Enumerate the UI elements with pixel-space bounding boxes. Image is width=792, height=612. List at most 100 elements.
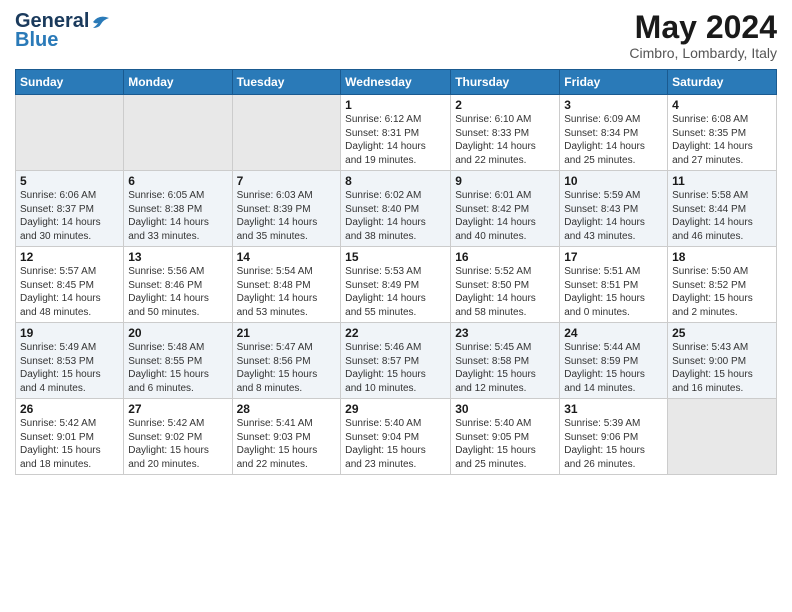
col-sunday: Sunday xyxy=(16,70,124,95)
day-info: Sunrise: 5:51 AMSunset: 8:51 PMDaylight:… xyxy=(564,265,663,319)
day-info: Sunrise: 6:09 AMSunset: 8:34 PMDaylight:… xyxy=(564,113,663,167)
calendar-cell: 7Sunrise: 6:03 AMSunset: 8:39 PMDaylight… xyxy=(232,171,341,247)
day-number: 13 xyxy=(128,250,227,264)
day-number: 18 xyxy=(672,250,772,264)
calendar-cell: 19Sunrise: 5:49 AMSunset: 8:53 PMDayligh… xyxy=(16,323,124,399)
day-info: Sunrise: 5:49 AMSunset: 8:53 PMDaylight:… xyxy=(20,341,119,395)
calendar-cell: 8Sunrise: 6:02 AMSunset: 8:40 PMDaylight… xyxy=(341,171,451,247)
calendar-cell: 25Sunrise: 5:43 AMSunset: 9:00 PMDayligh… xyxy=(668,323,777,399)
calendar-cell: 28Sunrise: 5:41 AMSunset: 9:03 PMDayligh… xyxy=(232,399,341,475)
calendar-cell: 9Sunrise: 6:01 AMSunset: 8:42 PMDaylight… xyxy=(451,171,560,247)
logo-bird-icon xyxy=(91,14,111,30)
day-number: 15 xyxy=(345,250,446,264)
day-number: 5 xyxy=(20,174,119,188)
logo-blue: Blue xyxy=(15,29,58,52)
calendar-week-3: 12Sunrise: 5:57 AMSunset: 8:45 PMDayligh… xyxy=(16,247,777,323)
day-number: 20 xyxy=(128,326,227,340)
day-number: 2 xyxy=(455,98,555,112)
day-number: 1 xyxy=(345,98,446,112)
header: General Blue May 2024 Cimbro, Lombardy, … xyxy=(15,10,777,61)
col-saturday: Saturday xyxy=(668,70,777,95)
calendar-cell xyxy=(668,399,777,475)
day-number: 12 xyxy=(20,250,119,264)
day-number: 23 xyxy=(455,326,555,340)
day-info: Sunrise: 6:08 AMSunset: 8:35 PMDaylight:… xyxy=(672,113,772,167)
day-number: 8 xyxy=(345,174,446,188)
day-info: Sunrise: 6:01 AMSunset: 8:42 PMDaylight:… xyxy=(455,189,555,243)
day-info: Sunrise: 6:06 AMSunset: 8:37 PMDaylight:… xyxy=(20,189,119,243)
calendar-cell: 2Sunrise: 6:10 AMSunset: 8:33 PMDaylight… xyxy=(451,95,560,171)
calendar-cell: 13Sunrise: 5:56 AMSunset: 8:46 PMDayligh… xyxy=(124,247,232,323)
day-info: Sunrise: 5:42 AMSunset: 9:01 PMDaylight:… xyxy=(20,417,119,471)
day-number: 17 xyxy=(564,250,663,264)
day-info: Sunrise: 5:43 AMSunset: 9:00 PMDaylight:… xyxy=(672,341,772,395)
day-info: Sunrise: 5:56 AMSunset: 8:46 PMDaylight:… xyxy=(128,265,227,319)
col-wednesday: Wednesday xyxy=(341,70,451,95)
calendar-cell: 20Sunrise: 5:48 AMSunset: 8:55 PMDayligh… xyxy=(124,323,232,399)
logo: General Blue xyxy=(15,10,111,52)
day-info: Sunrise: 6:12 AMSunset: 8:31 PMDaylight:… xyxy=(345,113,446,167)
day-number: 6 xyxy=(128,174,227,188)
calendar-cell: 4Sunrise: 6:08 AMSunset: 8:35 PMDaylight… xyxy=(668,95,777,171)
day-info: Sunrise: 5:42 AMSunset: 9:02 PMDaylight:… xyxy=(128,417,227,471)
day-info: Sunrise: 5:44 AMSunset: 8:59 PMDaylight:… xyxy=(564,341,663,395)
day-number: 4 xyxy=(672,98,772,112)
day-info: Sunrise: 5:50 AMSunset: 8:52 PMDaylight:… xyxy=(672,265,772,319)
day-info: Sunrise: 5:46 AMSunset: 8:57 PMDaylight:… xyxy=(345,341,446,395)
day-info: Sunrise: 6:10 AMSunset: 8:33 PMDaylight:… xyxy=(455,113,555,167)
calendar-cell xyxy=(232,95,341,171)
day-number: 11 xyxy=(672,174,772,188)
calendar-week-4: 19Sunrise: 5:49 AMSunset: 8:53 PMDayligh… xyxy=(16,323,777,399)
calendar-cell: 24Sunrise: 5:44 AMSunset: 8:59 PMDayligh… xyxy=(560,323,668,399)
day-info: Sunrise: 5:59 AMSunset: 8:43 PMDaylight:… xyxy=(564,189,663,243)
day-info: Sunrise: 6:02 AMSunset: 8:40 PMDaylight:… xyxy=(345,189,446,243)
calendar-cell: 23Sunrise: 5:45 AMSunset: 8:58 PMDayligh… xyxy=(451,323,560,399)
day-info: Sunrise: 5:45 AMSunset: 8:58 PMDaylight:… xyxy=(455,341,555,395)
col-friday: Friday xyxy=(560,70,668,95)
calendar-cell: 27Sunrise: 5:42 AMSunset: 9:02 PMDayligh… xyxy=(124,399,232,475)
calendar-cell: 26Sunrise: 5:42 AMSunset: 9:01 PMDayligh… xyxy=(16,399,124,475)
day-info: Sunrise: 5:58 AMSunset: 8:44 PMDaylight:… xyxy=(672,189,772,243)
col-monday: Monday xyxy=(124,70,232,95)
calendar-cell: 17Sunrise: 5:51 AMSunset: 8:51 PMDayligh… xyxy=(560,247,668,323)
calendar-cell: 5Sunrise: 6:06 AMSunset: 8:37 PMDaylight… xyxy=(16,171,124,247)
calendar-cell: 22Sunrise: 5:46 AMSunset: 8:57 PMDayligh… xyxy=(341,323,451,399)
day-number: 10 xyxy=(564,174,663,188)
day-info: Sunrise: 5:40 AMSunset: 9:05 PMDaylight:… xyxy=(455,417,555,471)
calendar-cell: 15Sunrise: 5:53 AMSunset: 8:49 PMDayligh… xyxy=(341,247,451,323)
calendar-header-row: Sunday Monday Tuesday Wednesday Thursday… xyxy=(16,70,777,95)
day-info: Sunrise: 5:41 AMSunset: 9:03 PMDaylight:… xyxy=(237,417,337,471)
calendar-cell: 10Sunrise: 5:59 AMSunset: 8:43 PMDayligh… xyxy=(560,171,668,247)
day-number: 27 xyxy=(128,402,227,416)
day-info: Sunrise: 6:05 AMSunset: 8:38 PMDaylight:… xyxy=(128,189,227,243)
calendar-cell xyxy=(16,95,124,171)
title-area: May 2024 Cimbro, Lombardy, Italy xyxy=(629,10,777,61)
day-number: 3 xyxy=(564,98,663,112)
day-info: Sunrise: 5:39 AMSunset: 9:06 PMDaylight:… xyxy=(564,417,663,471)
calendar-week-1: 1Sunrise: 6:12 AMSunset: 8:31 PMDaylight… xyxy=(16,95,777,171)
day-number: 14 xyxy=(237,250,337,264)
calendar-cell: 3Sunrise: 6:09 AMSunset: 8:34 PMDaylight… xyxy=(560,95,668,171)
day-info: Sunrise: 5:47 AMSunset: 8:56 PMDaylight:… xyxy=(237,341,337,395)
day-number: 31 xyxy=(564,402,663,416)
col-thursday: Thursday xyxy=(451,70,560,95)
day-info: Sunrise: 5:52 AMSunset: 8:50 PMDaylight:… xyxy=(455,265,555,319)
day-number: 7 xyxy=(237,174,337,188)
page-container: General Blue May 2024 Cimbro, Lombardy, … xyxy=(0,0,792,485)
col-tuesday: Tuesday xyxy=(232,70,341,95)
location: Cimbro, Lombardy, Italy xyxy=(629,45,777,61)
day-number: 29 xyxy=(345,402,446,416)
calendar-cell xyxy=(124,95,232,171)
calendar-week-2: 5Sunrise: 6:06 AMSunset: 8:37 PMDaylight… xyxy=(16,171,777,247)
calendar-cell: 1Sunrise: 6:12 AMSunset: 8:31 PMDaylight… xyxy=(341,95,451,171)
calendar-cell: 30Sunrise: 5:40 AMSunset: 9:05 PMDayligh… xyxy=(451,399,560,475)
day-number: 16 xyxy=(455,250,555,264)
day-info: Sunrise: 5:48 AMSunset: 8:55 PMDaylight:… xyxy=(128,341,227,395)
calendar-cell: 21Sunrise: 5:47 AMSunset: 8:56 PMDayligh… xyxy=(232,323,341,399)
calendar-week-5: 26Sunrise: 5:42 AMSunset: 9:01 PMDayligh… xyxy=(16,399,777,475)
day-info: Sunrise: 5:53 AMSunset: 8:49 PMDaylight:… xyxy=(345,265,446,319)
day-number: 22 xyxy=(345,326,446,340)
calendar-table: Sunday Monday Tuesday Wednesday Thursday… xyxy=(15,69,777,475)
day-number: 21 xyxy=(237,326,337,340)
day-info: Sunrise: 5:54 AMSunset: 8:48 PMDaylight:… xyxy=(237,265,337,319)
